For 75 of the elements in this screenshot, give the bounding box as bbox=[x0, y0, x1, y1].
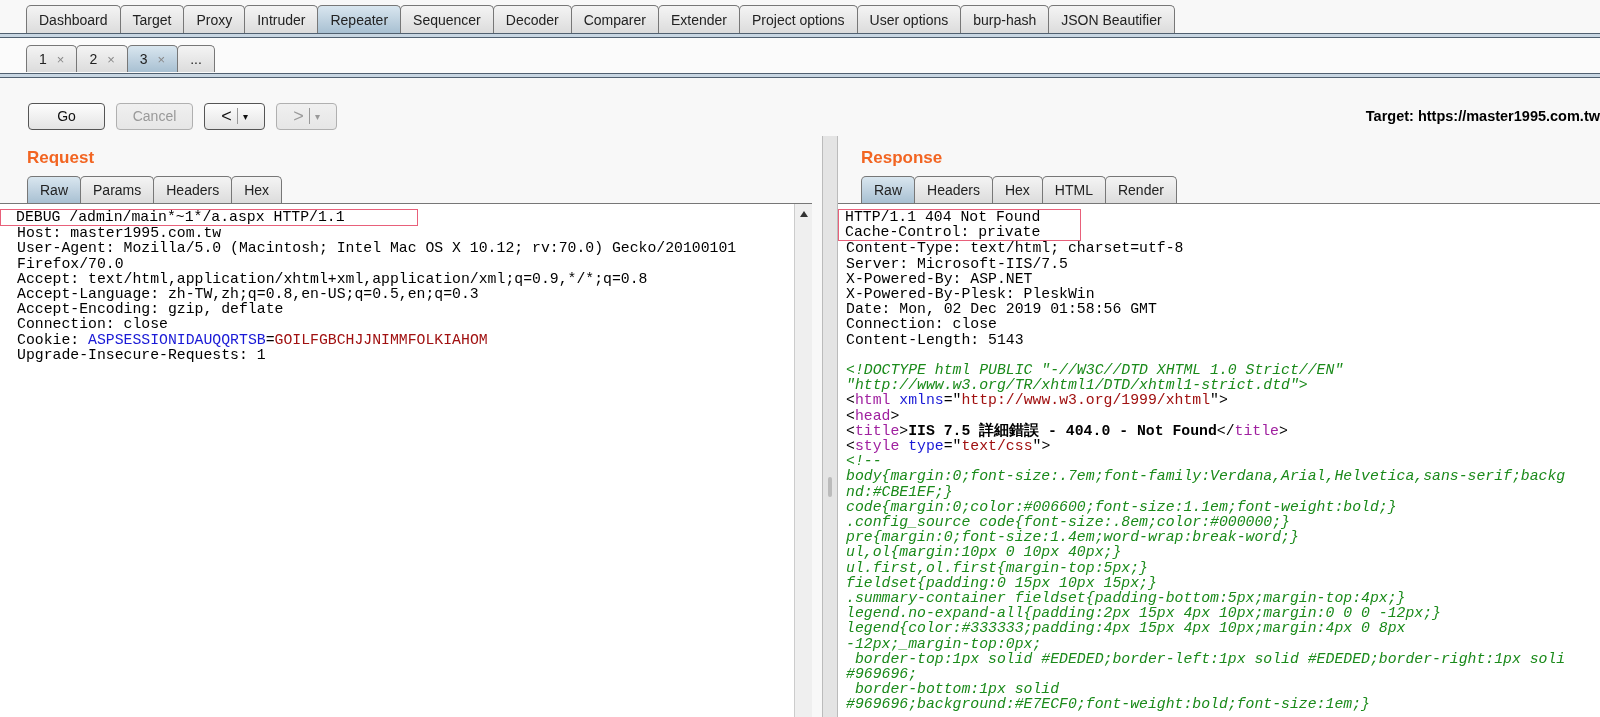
main-tab[interactable]: Extender bbox=[657, 5, 740, 33]
code-line: <style type="text/css"> bbox=[845, 439, 1052, 455]
code-line: #969696;background:#E7ECF0;font-weight:bold;font-size:1em;} bbox=[845, 697, 1371, 713]
editor-tab[interactable]: Hex bbox=[231, 176, 283, 203]
main-tab[interactable]: Sequencer bbox=[400, 5, 494, 33]
request-tab[interactable]: 2 × bbox=[76, 45, 128, 72]
code-line: <head> bbox=[845, 408, 901, 424]
code-line: ul.first,ol.first{margin-top:5px;} bbox=[845, 560, 1149, 576]
editor-tab[interactable]: Params bbox=[80, 176, 155, 203]
code-line: "http://www.w3.org/TR/xhtml1/DTD/xhtml1-strict.dtd"> bbox=[845, 378, 1309, 394]
code-line: legend.no-expand-all{padding:2px 15px 4px 10px;margin:0 0 0 -12px;} bbox=[845, 606, 1442, 622]
code-line: Cookie: ASPSESSIONIDAUQQRTSB=GOILFGBCHJJNIMMFOLKIAHOM bbox=[16, 332, 489, 348]
code-line: code{margin:0;color:#006600;font-size:1.1em;font-weight:bold;} bbox=[845, 499, 1398, 515]
code-line: -12px;_margin-top:0px; bbox=[845, 636, 1043, 652]
code-line: .summary-container fieldset{padding-bottom:5px;margin-top:4px;} bbox=[845, 591, 1406, 607]
editor-tab[interactable]: Headers bbox=[914, 176, 993, 203]
code-line: Content-Type: text/html; charset=utf-8 bbox=[845, 241, 1185, 257]
main-tab[interactable]: Repeater bbox=[317, 5, 402, 33]
code-line: User-Agent: Mozilla/5.0 (Macintosh; Intel Mac OS X 10.12; rv:70.0) Gecko/20100101 bbox=[16, 241, 738, 257]
code-line: Date: Mon, 02 Dec 2019 01:58:56 GMT bbox=[845, 302, 1158, 318]
code-line: HTTP/1.1 404 Not Found bbox=[838, 209, 1081, 226]
code-line: Host: master1995.com.tw bbox=[16, 226, 223, 242]
editor-tab[interactable]: Hex bbox=[991, 176, 1043, 203]
code-line: #969696; bbox=[845, 667, 918, 683]
code-line: fieldset{padding:0 15px 10px 15px;} bbox=[845, 575, 1158, 591]
scrollbar[interactable] bbox=[794, 204, 812, 717]
request-tab[interactable]: 3 × bbox=[126, 45, 179, 72]
code-line: Firefox/70.0 bbox=[16, 256, 125, 272]
code-line: ul,ol{margin:10px 0 10px 40px;} bbox=[845, 545, 1122, 561]
code-line: <!DOCTYPE html PUBLIC "-//W3C//DTD XHTML 1.0 Strict//EN" bbox=[845, 363, 1345, 378]
editor-tab[interactable]: Raw bbox=[27, 176, 81, 203]
editor-tab[interactable]: Headers bbox=[153, 176, 233, 203]
history-button[interactable]: < ▾ bbox=[204, 102, 265, 130]
code-line: <!-- bbox=[845, 454, 882, 470]
main-tab[interactable]: Project options bbox=[739, 5, 858, 33]
code-line: Upgrade-Insecure-Requests: 1 bbox=[16, 347, 266, 364]
code-line: <html xmlns="http://www.w3.org/1999/xhtml"> bbox=[845, 393, 1228, 409]
main-tab[interactable]: Comparer bbox=[570, 5, 659, 33]
code-line: Accept: text/html,application/xhtml+xml,application/xml;q=0.9,*/*;q=0.8 bbox=[16, 271, 649, 287]
request-tab[interactable]: ... bbox=[177, 45, 215, 72]
pane-title: Response bbox=[860, 147, 944, 169]
code-line: X-Powered-By: ASP.NET bbox=[845, 271, 1034, 287]
code-line: Accept-Language: zh-TW,zh;q=0.8,en-US;q=0.5,en;q=0.3 bbox=[16, 287, 480, 303]
main-tab[interactable]: Target bbox=[119, 5, 185, 33]
code-line: Cache-Control: private bbox=[838, 225, 1081, 242]
editor-tab[interactable]: Render bbox=[1104, 176, 1177, 203]
code-line: Connection: close bbox=[845, 317, 998, 333]
code-line: border-bottom:1px solid bbox=[854, 682, 1060, 698]
code-line: Server: Microsoft-IIS/7.5 bbox=[845, 256, 1069, 272]
main-tab[interactable]: burp-hash bbox=[960, 5, 1050, 33]
main-tab[interactable]: Decoder bbox=[492, 5, 572, 33]
code-line: pre{margin:0;font-size:1.4em;word-wrap:break-word;} bbox=[845, 530, 1300, 546]
main-tab[interactable]: JSON Beautifier bbox=[1048, 5, 1175, 33]
editor-tab[interactable]: HTML bbox=[1041, 176, 1106, 203]
main-tab[interactable]: Dashboard bbox=[26, 5, 121, 33]
request-tab[interactable]: 1 × bbox=[26, 45, 78, 72]
editor-tab[interactable]: Raw bbox=[861, 176, 915, 203]
toolbar-button[interactable]: Go bbox=[28, 102, 105, 130]
pane-title: Request bbox=[26, 147, 96, 169]
code-line: Content-Length: 5143 bbox=[845, 332, 1025, 348]
code-line: Accept-Encoding: gzip, deflate bbox=[16, 302, 284, 318]
code-line: legend{color:#333333;padding:4px 15px 4px 10px;margin:4px 0 8px bbox=[845, 621, 1407, 637]
main-tab[interactable]: Proxy bbox=[183, 5, 246, 33]
main-tab[interactable]: Intruder bbox=[244, 5, 319, 33]
code-line: <title>IIS 7.5 詳細錯誤 - 404.0 - Not Found</title> bbox=[845, 423, 1289, 439]
code-line: X-Powered-By-Plesk: PleskWin bbox=[845, 287, 1096, 303]
code-line: body{margin:0;font-size:.7em;font-family:Verdana,Arial,Helvetica,sans-serif;backg bbox=[845, 469, 1567, 485]
target-label: Target: https://master1995.com.tw bbox=[1365, 108, 1600, 124]
code-line: border-top:1px solid #EDEDED;border-left:1px solid #EDEDED;border-right:1px soli bbox=[854, 651, 1567, 668]
grip-icon bbox=[828, 476, 832, 497]
code-line: nd:#CBE1EF;} bbox=[845, 484, 954, 500]
code-line: Connection: close bbox=[16, 317, 169, 333]
code-line: .config_source code{font-size:.8em;color:#000000;} bbox=[845, 515, 1290, 531]
main-tab[interactable]: User options bbox=[856, 5, 962, 33]
scroll-up-icon[interactable] bbox=[798, 210, 809, 218]
